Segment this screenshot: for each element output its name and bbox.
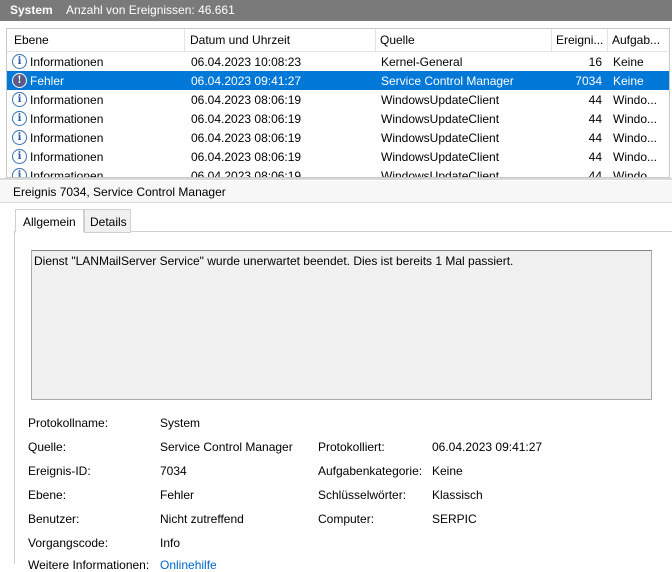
tab-details-label: Details [90,215,127,229]
cell-task: Windo... [613,150,658,164]
info-icon: i [12,111,27,126]
cell-datetime: 06.04.2023 08:06:19 [191,169,302,178]
event-list[interactable]: Ebene Datum und Uhrzeit Quelle Ereigni..… [6,28,670,178]
cell-source: WindowsUpdateClient [381,131,500,145]
column-task[interactable]: Aufgab... [612,33,667,47]
cell-task: Windo... [613,169,658,178]
cell-task: Keine [613,74,644,88]
cell-event-id: 44 [588,131,602,145]
event-message[interactable]: Dienst "LANMailServer Service" wurde une… [31,250,652,400]
info-icon: i [12,54,27,69]
log-name-value: System [160,416,201,430]
tab-general[interactable]: Allgemein [15,209,84,233]
cell-level: Informationen [30,112,104,126]
cell-datetime: 06.04.2023 09:41:27 [191,74,302,88]
computer-label: Computer: [318,512,375,526]
user-label: Benutzer: [28,512,80,526]
more-info-label: Weitere Informationen: [28,558,150,572]
table-row[interactable]: i Informationen 06.04.2023 08:06:19 Windows… [7,147,669,166]
cell-event-id: 44 [588,112,602,126]
column-level[interactable]: Ebene [14,33,49,47]
table-row[interactable]: ! Fehler 06.04.2023 09:41:27 Service Contro… [7,71,669,90]
cell-source: WindowsUpdateClient [381,93,500,107]
keywords-label: Schlüsselwörter: [318,488,407,502]
column-separator[interactable] [184,29,185,51]
task-category-label: Aufgabenkategorie: [318,464,423,478]
error-icon: ! [12,73,27,88]
cell-datetime: 06.04.2023 08:06:19 [191,112,302,126]
cell-level: Informationen [30,169,104,178]
level-label: Ebene: [28,488,67,502]
user-value: Nicht zutreffend [160,512,244,526]
table-row[interactable]: i Informationen 06.04.2023 10:08:23 Kernel-… [7,52,669,71]
cell-event-id: 44 [588,150,602,164]
source-label: Quelle: [28,440,67,454]
task-category-value: Keine [432,464,463,478]
event-count: Anzahl von Ereignissen: 46.661 [66,3,235,17]
logged-label: Protokolliert: [318,440,385,454]
cell-task: Windo... [613,112,658,126]
cell-datetime: 06.04.2023 08:06:19 [191,150,302,164]
detail-title: Ereignis 7034, Service Control Manager [13,185,226,199]
cell-level: Informationen [30,131,104,145]
column-event-id[interactable]: Ereigni... [556,33,604,47]
column-header: Ebene Datum und Uhrzeit Quelle Ereigni..… [7,29,669,52]
detail-header: Ereignis 7034, Service Control Manager [0,181,672,203]
cell-task: Windo... [613,131,658,145]
column-separator[interactable] [375,29,376,51]
opcode-label: Vorgangscode: [28,536,109,550]
column-separator[interactable] [551,29,552,51]
log-header: System Anzahl von Ereignissen: 46.661 [0,0,672,21]
cell-task: Keine [613,55,644,69]
cell-level: Informationen [30,55,104,69]
opcode-value: Info [160,536,181,550]
cell-event-id: 44 [588,93,602,107]
pane-splitter[interactable] [0,178,672,180]
cell-level: Informationen [30,150,104,164]
table-row[interactable]: i Informationen 06.04.2023 08:06:19 Windows… [7,128,669,147]
cell-source: WindowsUpdateClient [381,112,500,126]
cell-source: WindowsUpdateClient [381,169,500,178]
source-value: Service Control Manager [160,440,293,454]
cell-datetime: 06.04.2023 08:06:19 [191,93,302,107]
cell-level: Fehler [30,74,65,88]
log-name-label: Protokollname: [28,416,109,430]
cell-datetime: 06.04.2023 08:06:19 [191,131,302,145]
cell-event-id: 16 [588,55,602,69]
column-source[interactable]: Quelle [380,33,415,47]
column-datetime[interactable]: Datum und Uhrzeit [190,33,290,47]
level-value: Fehler [160,488,195,502]
event-id-label: Ereignis-ID: [28,464,91,478]
computer-value: SERPIC [432,512,477,526]
info-icon: i [12,149,27,164]
tab-details[interactable]: Details [84,209,131,233]
event-id-value: 7034 [160,464,187,478]
info-icon: i [12,92,27,107]
cell-datetime: 06.04.2023 10:08:23 [191,55,302,69]
cell-event-id: 7034 [575,74,602,88]
tab-general-label: Allgemein [23,215,76,229]
table-row[interactable]: i Informationen 06.04.2023 08:06:19 Windows… [7,90,669,109]
table-row[interactable]: i Informationen 06.04.2023 08:06:19 Windows… [7,109,669,128]
cell-event-id: 44 [588,169,602,178]
logged-value: 06.04.2023 09:41:27 [432,440,543,454]
more-info-link[interactable]: Onlinehilfe [160,558,217,572]
keywords-value: Klassisch [432,488,483,502]
column-separator[interactable] [607,29,608,51]
cell-level: Informationen [30,93,104,107]
cell-source: Kernel-General [381,55,463,69]
table-row[interactable]: i Informationen 06.04.2023 08:06:19 Windows… [7,166,669,178]
cell-task: Windo... [613,93,658,107]
info-icon: i [12,168,27,177]
cell-source: Service Control Manager [381,74,514,88]
log-name: System [10,3,53,17]
event-message-text: Dienst "LANMailServer Service" wurde une… [34,254,514,268]
cell-source: WindowsUpdateClient [381,150,500,164]
info-icon: i [12,130,27,145]
